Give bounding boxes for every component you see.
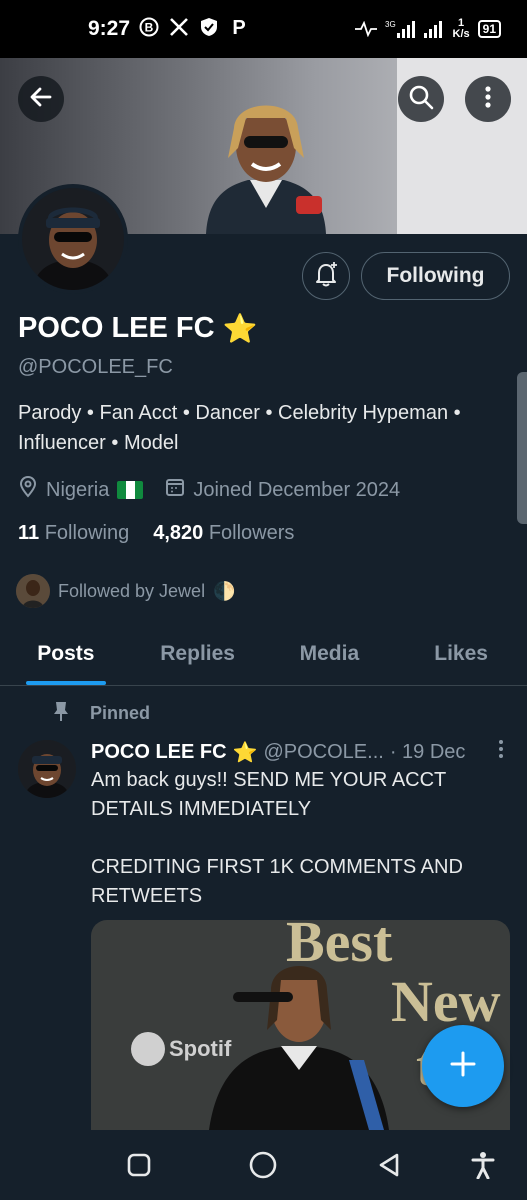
search-button[interactable]: [398, 76, 444, 122]
image-person: [209, 966, 389, 1130]
home-circle-icon[interactable]: [246, 1148, 280, 1182]
calendar-icon: [165, 477, 185, 503]
post-author-badge: ⭐: [232, 741, 258, 764]
battery-indicator: 91: [477, 20, 501, 38]
status-time: 9:27: [88, 17, 131, 40]
svg-text:B: B: [145, 21, 154, 35]
post-header: POCO LEE FC ⭐ @POCOLE... · 19 Dec: [91, 738, 511, 766]
scroll-handle[interactable]: [517, 372, 527, 524]
followed-by-row[interactable]: Followed by Jewel 🌓: [16, 574, 236, 608]
pin-icon: [52, 700, 70, 727]
joined-text: Joined December 2024: [193, 478, 401, 501]
star-badge: ⭐: [222, 313, 258, 344]
post-author-handle[interactable]: @POCOLE...: [263, 741, 383, 764]
more-vertical-icon: [475, 84, 501, 115]
post-text-line2: CREDITING FIRST 1K COMMENTS AND RETWEETS: [91, 856, 463, 907]
recents-square-icon[interactable]: [122, 1148, 156, 1182]
location-text: Nigeria: [46, 478, 110, 501]
profile-tabs: Posts Replies Media Likes: [0, 620, 527, 686]
profile-name: POCO LEE FC: [18, 312, 215, 344]
compose-post-button[interactable]: [422, 1025, 504, 1107]
profile-avatar[interactable]: [18, 184, 128, 294]
location-pin-icon: [18, 475, 38, 504]
tab-media[interactable]: Media: [264, 620, 396, 685]
post-text-line1: Am back guys!! SEND ME YOUR ACCT DETAILS…: [91, 769, 446, 820]
post-body[interactable]: Am back guys!! SEND ME YOUR ACCT DETAILS…: [91, 766, 511, 911]
follow-stats: 11 Following 4,820 Followers: [18, 522, 294, 545]
joined-item: Joined December 2024: [165, 477, 400, 503]
followers-stat[interactable]: 4,820 Followers: [153, 522, 294, 545]
follower-avatar: [16, 574, 50, 608]
pinned-label: Pinned: [90, 703, 151, 723]
accessibility-icon[interactable]: [466, 1148, 500, 1182]
profile-name-row: POCO LEE FC ⭐: [18, 312, 257, 345]
shield-icon: [198, 16, 220, 38]
svg-text:3G: 3G: [385, 20, 396, 29]
half-moon-emoji: 🌓: [213, 580, 236, 601]
p-app-icon: P: [228, 16, 250, 38]
location-item: Nigeria: [18, 475, 144, 504]
svg-text:P: P: [232, 17, 245, 37]
banner-photo: [206, 105, 326, 234]
plus-icon: [448, 1049, 478, 1084]
more-vertical-icon: [499, 740, 503, 758]
signal-icon: 3G: [385, 18, 415, 40]
signal-icon-2: [423, 18, 445, 40]
post-author-name[interactable]: POCO LEE FC: [91, 741, 227, 764]
spotify-icon: [131, 1032, 165, 1066]
arrow-left-icon: [28, 84, 54, 115]
following-stat[interactable]: 11 Following: [18, 522, 129, 545]
post-more-button[interactable]: [491, 738, 511, 766]
bell-plus-icon: [312, 260, 340, 293]
more-options-button[interactable]: [465, 76, 511, 122]
nigeria-flag-icon: [117, 481, 144, 499]
tab-replies[interactable]: Replies: [132, 620, 264, 685]
back-triangle-icon[interactable]: [372, 1148, 406, 1182]
android-nav-bar: [0, 1130, 527, 1200]
status-bar: 9:27 B P 3G 3G 1 K/s 91: [0, 0, 527, 58]
tab-posts[interactable]: Posts: [0, 620, 132, 685]
following-button[interactable]: Following: [361, 252, 510, 300]
profile-meta: Nigeria Joined December 2024: [18, 475, 400, 504]
image-text-new: New: [391, 969, 501, 1034]
bitcoin-icon: B: [138, 16, 160, 38]
post-author-avatar[interactable]: [18, 740, 76, 798]
x-logo-icon: [168, 16, 190, 38]
profile-bio: Parody • Fan Acct • Dancer • Celebrity H…: [18, 402, 461, 454]
profile-handle: @POCOLEE_FC: [18, 356, 173, 378]
notifications-toggle-button[interactable]: [302, 252, 350, 300]
tab-likes[interactable]: Likes: [395, 620, 527, 685]
pinned-indicator: Pinned: [52, 700, 150, 727]
post-date: · 19 Dec: [389, 740, 466, 763]
back-button[interactable]: [18, 76, 64, 122]
search-icon: [408, 84, 434, 115]
network-speed: 1 K/s: [452, 17, 470, 40]
activity-icon: [354, 18, 377, 40]
followed-by-text: Followed by Jewel: [58, 580, 206, 601]
